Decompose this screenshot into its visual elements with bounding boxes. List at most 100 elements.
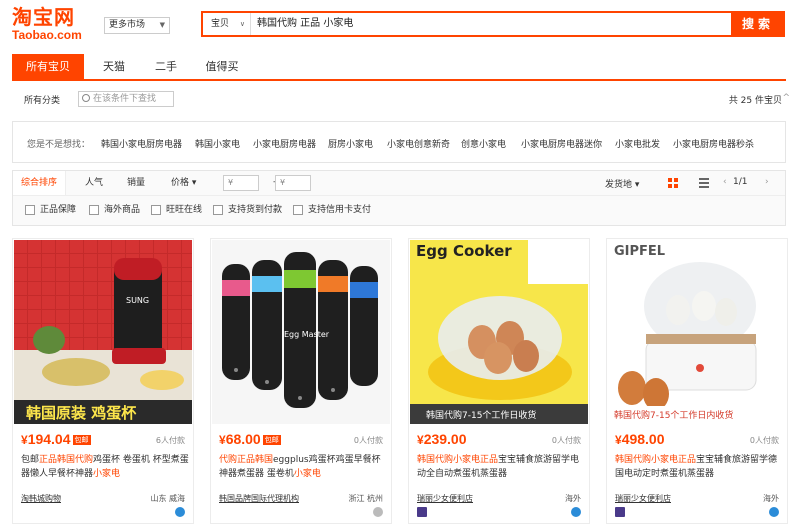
product-image[interactable]: Egg Master — [212, 240, 390, 424]
suggestion-link[interactable]: 小家电批发 — [615, 137, 660, 150]
sort-default[interactable]: 综合排序 — [13, 171, 67, 195]
checkbox-label: 正品保障 — [40, 205, 77, 215]
product-price: ¥239.00 — [417, 431, 467, 447]
product-price-value: 498.00 — [621, 431, 665, 447]
sort-price[interactable]: 价格 ▾ — [171, 171, 196, 195]
shop-location: 浙江 杭州 — [348, 494, 383, 503]
chevron-up-icon[interactable]: ^ — [782, 93, 790, 103]
suggestion-link[interactable]: 韩国小家电厨房电器 — [101, 137, 182, 150]
ship-from-label: 发货地 — [605, 180, 633, 190]
product-image-caption: 韩国代购7-15个工作日内收货 — [614, 411, 734, 421]
product-title[interactable]: 代购正品韩国eggplus鸡蛋杯鸡蛋早餐杯神器煮蛋器 蛋卷机小家电 — [219, 453, 387, 481]
checkbox-cod[interactable]: 支持货到付款 — [213, 204, 282, 216]
product-title-highlight: 小家电 — [93, 469, 121, 479]
sold-count: 0人付款 — [353, 436, 383, 445]
product-brand-mark: Egg Cooker — [416, 242, 512, 260]
suggestion-link[interactable]: 小家电厨房电器秒杀 — [673, 137, 754, 150]
tab-tmall[interactable]: 天猫 — [90, 54, 138, 79]
product-image-caption: 韩国原装 鸡蛋杯 — [26, 404, 137, 422]
checkbox-credit-card[interactable]: 支持信用卡支付 — [293, 204, 371, 216]
brand-badge-icon — [615, 507, 625, 517]
product-title[interactable]: 韩国代购小家电正品宝宝辅食旅游留学电动全自动煮蛋机蒸蛋器 — [417, 453, 585, 481]
sort-sales[interactable]: 销量 — [127, 171, 145, 195]
free-shipping-badge: 包邮 — [72, 435, 91, 446]
ship-from-dropdown[interactable]: 发货地 ▾ — [605, 177, 639, 190]
product-title[interactable]: 韩国代购小家电正品宝宝辅食旅游留学德国电动定时煮蛋机蒸蛋器 — [615, 453, 783, 481]
chevron-left-icon[interactable]: ‹ — [723, 177, 727, 187]
shop-link[interactable]: 淘韩城购物 — [21, 493, 61, 504]
all-categories-label[interactable]: 所有分类 — [24, 93, 60, 106]
shop-link[interactable]: 瑞丽少女便利店 — [615, 493, 671, 504]
suggestion-link[interactable]: 小家电厨房电器迷你 — [521, 137, 602, 150]
suggestion-link[interactable]: 厨房小家电 — [328, 137, 373, 150]
sort-row: 综合排序 人气 销量 价格 ▾ ¥ - ¥ 发货地 ▾ ‹ 1/1 › — [13, 171, 785, 196]
price-from-input[interactable]: ¥ — [223, 175, 259, 191]
tab-worth-buying[interactable]: 值得买 — [194, 54, 250, 79]
wangwang-icon[interactable] — [769, 507, 779, 517]
search-category-select[interactable]: 宝贝 ∨ — [203, 13, 251, 35]
product-title-highlight: 韩国代购小家电正品 — [615, 455, 697, 465]
product-title[interactable]: 包邮正品韩国代购鸡蛋杯 卷蛋机 杯型煮蛋器懒人早餐杯神器小家电 — [21, 453, 189, 481]
logo-en: Taobao.com — [12, 28, 82, 42]
suggestion-link[interactable]: 韩国小家电 — [195, 137, 240, 150]
product-title-highlight: 韩国代购小家电正品 — [417, 455, 499, 465]
shop-link[interactable]: 韩国品牌国际代理机构 — [219, 493, 299, 504]
shop-location: 海外 — [763, 494, 779, 503]
search-tabs: 所有宝贝 天猫 二手 值得买 — [12, 54, 786, 81]
product-card[interactable]: Egg Master ¥68.00 包邮 0人付款 代购正品韩国eggplus鸡蛋… — [210, 238, 392, 524]
suggestion-title: 您是不是想找： — [27, 140, 91, 150]
shop-location: 山东 威海 — [150, 494, 185, 503]
product-title-highlight: 代购正品韩国 — [219, 455, 274, 465]
chevron-down-icon: ▼ — [159, 21, 165, 29]
chevron-right-icon[interactable]: › — [765, 177, 769, 187]
sort-popularity[interactable]: 人气 — [85, 171, 103, 195]
pager: ‹ 1/1 › — [723, 177, 769, 187]
product-title-part: 包邮 — [21, 455, 40, 465]
shop-link[interactable]: 瑞丽少女便利店 — [417, 493, 473, 504]
product-card[interactable]: Egg Cooker 韩国代购7-15个工作日收货 ¥239.00 0人付款 韩… — [408, 238, 590, 524]
checkbox-label: 支持信用卡支付 — [308, 205, 372, 215]
grid-view-icon[interactable] — [668, 178, 678, 188]
search-button[interactable]: 搜索 — [731, 11, 785, 37]
checkbox-label: 支持货到付款 — [228, 205, 283, 215]
product-price: ¥68.00 包邮 — [219, 431, 281, 447]
checkbox-genuine[interactable]: 正品保障 — [25, 204, 76, 216]
list-view-icon[interactable] — [699, 178, 709, 188]
suggestion-link[interactable]: 小家电厨房电器 — [253, 137, 316, 150]
search-icon — [82, 94, 90, 102]
search-input[interactable]: 韩国代购 正品 小家电 — [255, 13, 725, 35]
wangwang-icon[interactable] — [571, 507, 581, 517]
checkbox-overseas[interactable]: 海外商品 — [89, 204, 140, 216]
product-title-highlight: 小家电 — [293, 469, 321, 479]
product-title-highlight: 正品韩国代购 — [39, 455, 94, 465]
wangwang-icon[interactable] — [175, 507, 185, 517]
product-price: ¥194.04 包邮 — [21, 431, 91, 447]
product-image[interactable]: GIPFEL 韩国代购7-15个工作日内收货 — [608, 240, 786, 424]
filter-bar: 所有分类 在该条件下查找 共 25 件宝贝 ^ — [12, 89, 790, 111]
sold-count: 0人付款 — [749, 436, 779, 445]
tab-all-items[interactable]: 所有宝贝 — [12, 54, 84, 79]
suggestion-link[interactable]: 创意小家电 — [461, 137, 506, 150]
suggestion-link[interactable]: 小家电创意新奇 — [387, 137, 450, 150]
product-card[interactable]: GIPFEL 韩国代购7-15个工作日内收货 ¥498.00 0人付款 韩国代购… — [606, 238, 788, 524]
tab-secondhand[interactable]: 二手 — [142, 54, 190, 79]
checkbox-online[interactable]: 旺旺在线 — [151, 204, 202, 216]
price-to-input[interactable]: ¥ — [275, 175, 311, 191]
product-image[interactable]: Egg Cooker 韩国代购7-15个工作日收货 — [410, 240, 588, 424]
product-price-value: 194.04 — [27, 431, 71, 447]
product-brand-mark: GIPFEL — [614, 244, 666, 259]
logo-cn: 淘宝网 — [12, 5, 75, 29]
filter-input-placeholder: 在该条件下查找 — [93, 94, 157, 104]
free-shipping-badge: 包邮 — [262, 435, 281, 446]
wangwang-icon[interactable] — [373, 507, 383, 517]
product-image[interactable]: 韩国原装 鸡蛋杯 SUNG — [14, 240, 192, 424]
search-category-label: 宝贝 — [211, 19, 230, 29]
more-markets-dropdown[interactable]: 更多市场 ▼ — [104, 17, 170, 34]
checkbox-label: 海外商品 — [104, 205, 141, 215]
taobao-logo[interactable]: 淘宝网 Taobao.com — [12, 6, 90, 46]
shop-location: 海外 — [565, 494, 581, 503]
product-card[interactable]: 韩国原装 鸡蛋杯 SUNG ¥194.04 包邮 6人付款 包邮正品韩国代购鸡蛋杯… — [12, 238, 194, 524]
sold-count: 6人付款 — [155, 436, 185, 445]
filter-input[interactable]: 在该条件下查找 — [78, 91, 174, 107]
product-brand-mark: Egg Master — [284, 330, 330, 339]
